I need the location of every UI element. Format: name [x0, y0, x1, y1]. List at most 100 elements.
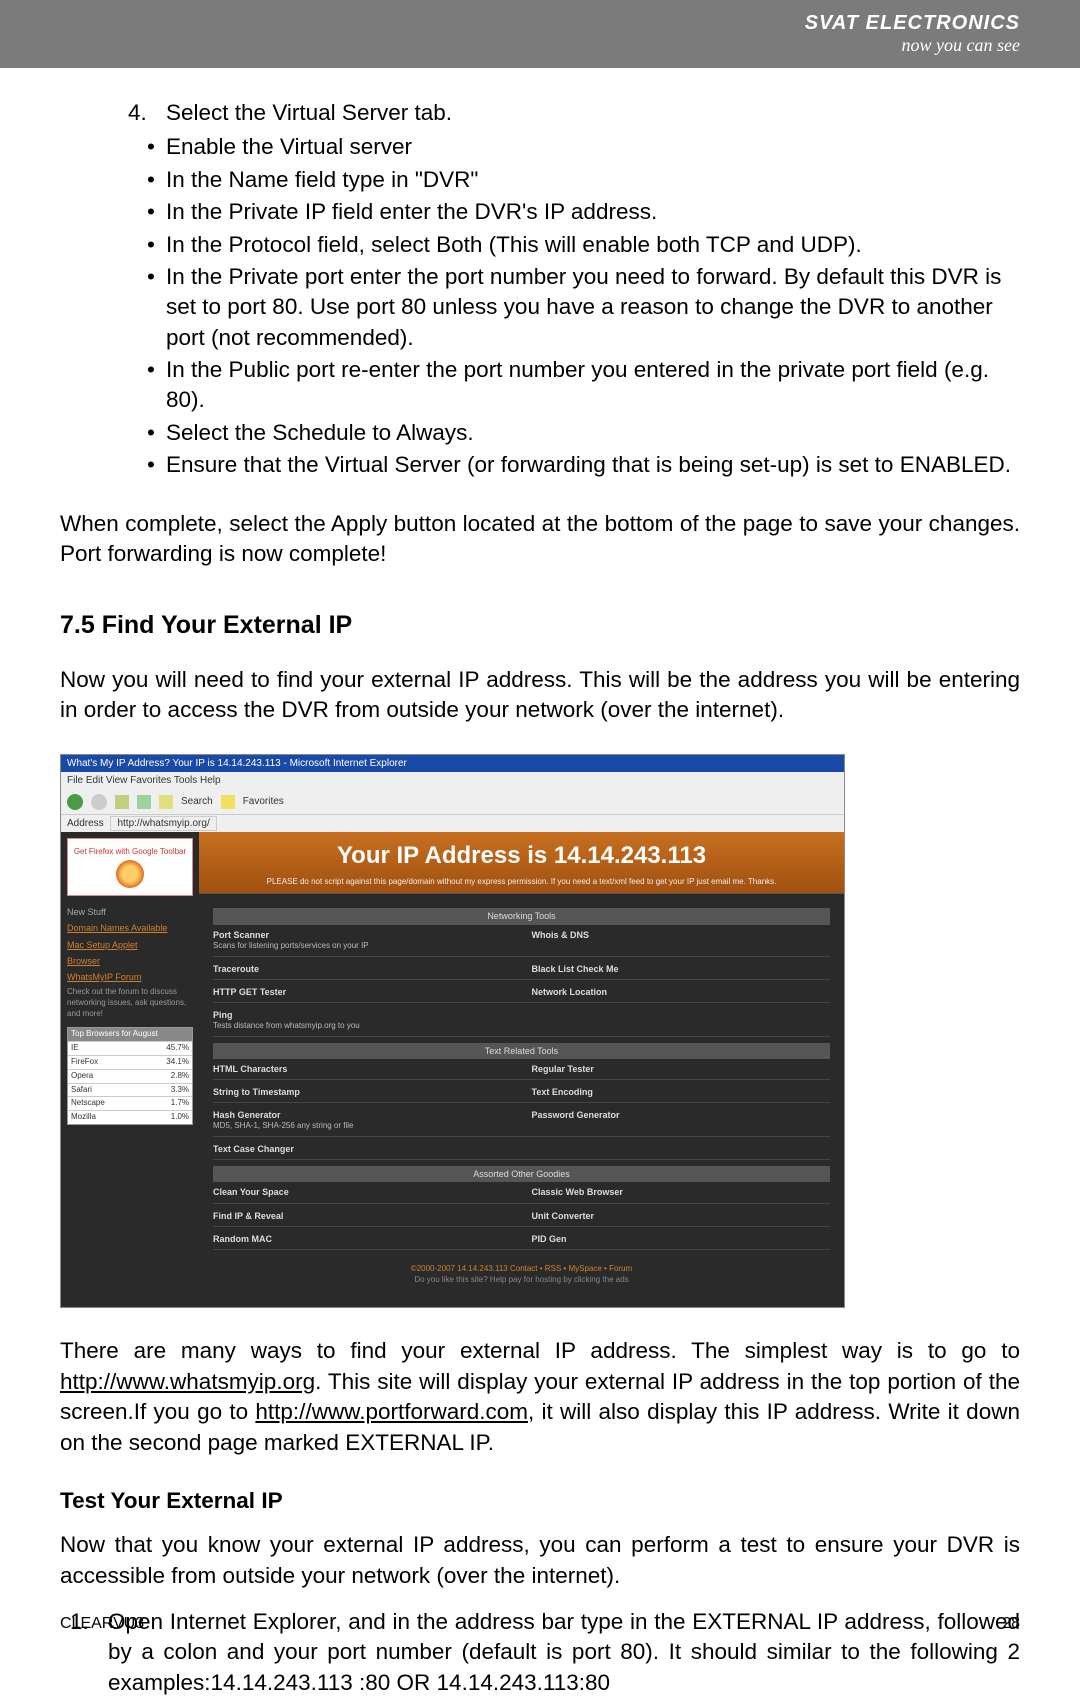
tool-desc: MD5, SHA-1, SHA-256 any string or file: [213, 1121, 354, 1130]
footer-text-2: Do you like this site? Help pay for host…: [414, 1275, 628, 1284]
table-row: Mozilla1.0%: [68, 1110, 192, 1124]
step-4-block: 4. Select the Virtual Server tab. •Enabl…: [60, 98, 1020, 481]
tool-title: Network Location: [532, 986, 831, 998]
tools-header: Networking Tools: [213, 908, 830, 924]
ip-banner: Your IP Address is 14.14.243.113 PLEASE …: [199, 832, 844, 894]
tool-item: Black List Check Me: [532, 963, 831, 975]
tool-item: HTML Characters: [213, 1063, 512, 1075]
tool-row: Hash GeneratorMD5, SHA-1, SHA-256 any st…: [213, 1109, 830, 1137]
tool-item: Unit Converter: [532, 1210, 831, 1222]
list-text: Ensure that the Virtual Server (or forwa…: [166, 450, 1020, 480]
tool-item: Regular Tester: [532, 1063, 831, 1075]
test-external-ip-heading: Test Your External IP: [60, 1486, 1020, 1516]
cell-browser: Safari: [68, 1084, 162, 1097]
list-text: Select the Schedule to Always.: [166, 418, 1020, 448]
cell-browser: IE: [68, 1042, 162, 1055]
list-item: •In the Private port enter the port numb…: [118, 262, 1020, 353]
back-icon: [67, 794, 83, 810]
table-row: FireFox34.1%: [68, 1055, 192, 1069]
tool-item: [532, 1009, 831, 1032]
list-item: •In the Protocol field, select Both (Thi…: [118, 230, 1020, 260]
list-text: In the Private IP field enter the DVR's …: [166, 197, 1020, 227]
table-row: IE45.7%: [68, 1041, 192, 1055]
firefox-promo: Get Firefox with Google Toolbar: [67, 838, 193, 896]
table-row: Safari3.3%: [68, 1083, 192, 1097]
table-row: Netscape1.7%: [68, 1096, 192, 1110]
bullet-icon: •: [118, 450, 166, 480]
table-header: Top Browsers for August: [68, 1028, 192, 1041]
tool-title: Random MAC: [213, 1233, 512, 1245]
list-item: 4. Select the Virtual Server tab.: [118, 98, 1020, 128]
tool-title: Port Scanner: [213, 929, 512, 941]
cell-percent: 1.0%: [162, 1111, 192, 1124]
bullet-icon: •: [118, 262, 166, 353]
cell-browser: Netscape: [68, 1097, 162, 1110]
list-item: •Enable the Virtual server: [118, 132, 1020, 162]
list-item: •In the Private IP field enter the DVR's…: [118, 197, 1020, 227]
tool-row: Find IP & Reveal Unit Converter: [213, 1210, 830, 1227]
tool-title: Black List Check Me: [532, 963, 831, 975]
tool-title: Unit Converter: [532, 1210, 831, 1222]
sidebar-desc: Check out the forum to discuss networkin…: [67, 987, 193, 1019]
list-number: 4.: [118, 98, 166, 128]
tool-row: Clean Your Space Classic Web Browser: [213, 1186, 830, 1203]
tool-item: Find IP & Reveal: [213, 1210, 512, 1222]
tool-title: Password Generator: [532, 1109, 831, 1121]
tool-item: Text Case Changer: [213, 1143, 512, 1155]
list-item: •In the Name field type in "DVR": [118, 165, 1020, 195]
bullet-icon: •: [118, 418, 166, 448]
tool-item: Classic Web Browser: [532, 1186, 831, 1198]
ip-banner-text: Your IP Address is 14.14.243.113: [199, 840, 844, 872]
tool-item: PingTests distance from whatsmyip.org to…: [213, 1009, 512, 1032]
tool-title: Whois & DNS: [532, 929, 831, 941]
text-span: There are many ways to find your externa…: [60, 1338, 1020, 1363]
favorites-icon: [221, 795, 235, 809]
tool-title: Text Case Changer: [213, 1143, 512, 1155]
cell-browser: FireFox: [68, 1056, 162, 1069]
favorites-label: Favorites: [243, 795, 284, 809]
firefox-promo-text: Get Firefox with Google Toolbar: [74, 847, 186, 858]
cell-percent: 34.1%: [162, 1056, 192, 1069]
find-ip-paragraph: Now you will need to find your external …: [60, 665, 1020, 726]
browser-screenshot: What's My IP Address? Your IP is 14.14.2…: [60, 754, 845, 1309]
cell-browser: Opera: [68, 1070, 162, 1083]
tool-title: Text Encoding: [532, 1086, 831, 1098]
tool-desc: Scans for listening ports/services on yo…: [213, 941, 369, 950]
page-footer: ©2000-2007 14.14.243.113 Contact • RSS •…: [213, 1256, 830, 1300]
ip-banner-subtext: PLEASE do not script against this page/d…: [199, 877, 844, 888]
tool-row: Port ScannerScans for listening ports/se…: [213, 929, 830, 957]
whatsmyip-link[interactable]: http://www.whatsmyip.org: [60, 1369, 315, 1394]
tool-item: Password Generator: [532, 1109, 831, 1132]
brand-block: SVAT ELECTRONICS now you can see: [805, 12, 1020, 56]
tool-title: PID Gen: [532, 1233, 831, 1245]
refresh-icon: [137, 795, 151, 809]
tool-item: Clean Your Space: [213, 1186, 512, 1198]
tool-item: Network Location: [532, 986, 831, 998]
tool-item: Port ScannerScans for listening ports/se…: [213, 929, 512, 952]
list-text: Select the Virtual Server tab.: [166, 98, 1020, 128]
page-footer: CLEARVU3 28: [60, 1615, 1020, 1633]
table-row: Opera2.8%: [68, 1069, 192, 1083]
footer-page-number: 28: [1002, 1615, 1020, 1633]
bullet-icon: •: [118, 132, 166, 162]
address-label: Address: [67, 818, 104, 829]
tool-title: Find IP & Reveal: [213, 1210, 512, 1222]
complete-paragraph: When complete, select the Apply button l…: [60, 509, 1020, 570]
list-item: •Select the Schedule to Always.: [118, 418, 1020, 448]
list-item: •In the Public port re-enter the port nu…: [118, 355, 1020, 416]
home-icon: [159, 795, 173, 809]
tool-item: [532, 1143, 831, 1155]
cell-percent: 45.7%: [162, 1042, 192, 1055]
firefox-icon: [116, 860, 144, 888]
tool-row: String to TimestampText Encoding: [213, 1086, 830, 1103]
portforward-link[interactable]: http://www.portforward.com: [255, 1399, 528, 1424]
sidebar-heading: New Stuff: [67, 906, 193, 918]
tool-desc: Tests distance from whatsmyip.org to you: [213, 1021, 360, 1030]
list-text: In the Protocol field, select Both (This…: [166, 230, 1020, 260]
tools-header: Assorted Other Goodies: [213, 1166, 830, 1182]
list-text: In the Name field type in "DVR": [166, 165, 1020, 195]
bullet-icon: •: [118, 355, 166, 416]
header-bar: SVAT ELECTRONICS now you can see: [0, 0, 1080, 68]
cell-percent: 2.8%: [162, 1070, 192, 1083]
bullet-icon: •: [118, 165, 166, 195]
